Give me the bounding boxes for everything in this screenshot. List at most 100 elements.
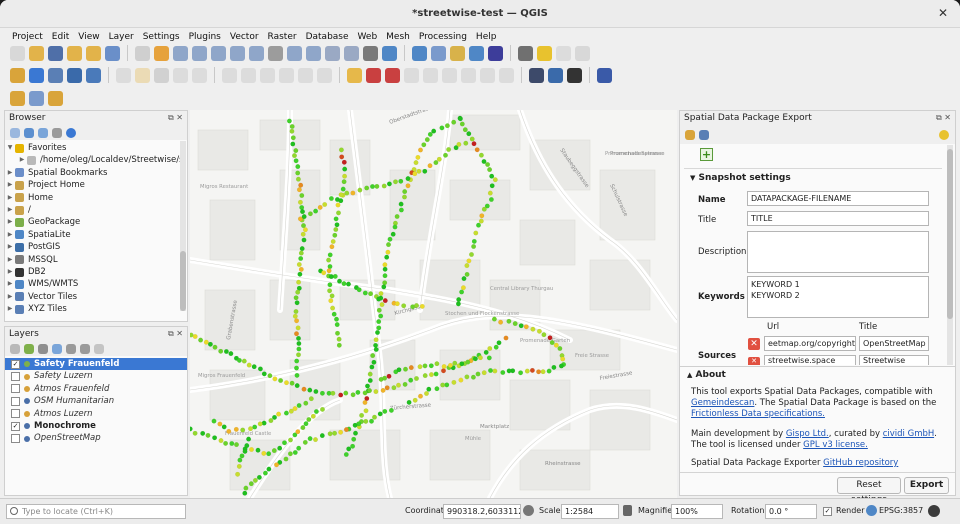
menu-mesh[interactable]: Mesh <box>386 32 410 42</box>
source-url-field[interactable]: eetmap.org/copyright <box>764 336 856 351</box>
collapse-arrow-icon[interactable]: ▶ <box>5 216 15 228</box>
zoom-next-icon[interactable] <box>306 45 321 61</box>
menu-project[interactable]: Project <box>12 32 43 42</box>
redo-icon[interactable] <box>317 67 332 83</box>
help-icon[interactable] <box>597 67 612 83</box>
magnifier-field[interactable]: 100% <box>671 504 723 519</box>
rotation-field[interactable]: 0.0 ° <box>765 504 817 519</box>
layer-visibility-checkbox[interactable] <box>11 396 20 406</box>
render-checkbox[interactable]: ✓ <box>823 507 832 516</box>
new-project-icon[interactable] <box>10 45 25 61</box>
delete-selected-icon[interactable] <box>222 67 237 83</box>
collapse-arrow-icon[interactable]: ▶ <box>5 291 15 303</box>
collapse-all-icon[interactable] <box>80 344 90 354</box>
description-field[interactable] <box>747 231 929 273</box>
save-project-icon[interactable] <box>48 45 63 61</box>
source-title-field[interactable]: OpenStreetMap <box>859 336 929 351</box>
browser-item[interactable]: ▶ WMS/WMTS <box>5 278 187 290</box>
label-rotate-icon[interactable] <box>423 67 438 83</box>
map-canvas[interactable]: Oberstadtstrasse Staubeggstrasse Schulstra… <box>190 110 677 498</box>
expand-all-icon[interactable] <box>66 344 76 354</box>
filter-icon[interactable] <box>38 128 48 138</box>
panel-controls-icon[interactable]: ⧉ ✕ <box>168 113 183 124</box>
messages-icon[interactable] <box>928 505 940 517</box>
remove-source-icon[interactable]: ✕ <box>748 357 760 365</box>
toggle-extents-icon[interactable] <box>523 505 534 516</box>
collapse-arrow-icon[interactable]: ▶ <box>5 229 15 241</box>
snapshot-settings-heading[interactable]: ▼ Snapshot settings <box>690 173 791 183</box>
label-toolbar-icon[interactable] <box>347 67 362 83</box>
label-pin-icon[interactable] <box>366 67 381 83</box>
menu-processing[interactable]: Processing <box>419 32 467 42</box>
export-button[interactable]: Export <box>904 477 949 494</box>
style-manager-icon[interactable] <box>10 344 20 354</box>
vertex-editor-icon[interactable] <box>192 67 207 83</box>
collapse-arrow-icon[interactable]: ▶ <box>5 204 15 216</box>
menu-database[interactable]: Database <box>306 32 349 42</box>
expand-arrow-icon[interactable]: ▼ <box>5 142 15 154</box>
python-console-icon[interactable] <box>548 67 563 83</box>
collapse-arrow-icon[interactable]: ▶ <box>5 179 15 191</box>
gpl-license-link[interactable]: GPL v3 license. <box>803 440 868 450</box>
open-project-icon[interactable] <box>29 45 44 61</box>
zoom-full-icon[interactable] <box>211 45 226 61</box>
layer-visibility-checkbox[interactable]: ✓ <box>11 359 20 369</box>
streetwise-icon[interactable] <box>529 67 544 83</box>
menu-settings[interactable]: Settings <box>143 32 180 42</box>
zoom-to-layer-icon[interactable] <box>249 45 264 61</box>
show-bookmarks-icon[interactable] <box>344 45 359 61</box>
vertex-tool-icon[interactable] <box>48 67 63 83</box>
close-icon[interactable]: ✕ <box>938 6 948 20</box>
layer-item[interactable]: Atmos Luzern <box>5 408 187 420</box>
menu-raster[interactable]: Raster <box>268 32 297 42</box>
export-scrollbar[interactable] <box>947 145 953 365</box>
coordinate-field[interactable]: 990318.2,6033112.5 <box>443 504 521 519</box>
add-icon[interactable]: + <box>700 148 713 161</box>
zoom-last-icon[interactable] <box>287 45 302 61</box>
keywords-field[interactable]: KEYWORD 1 KEYWORD 2 <box>747 276 929 318</box>
filter-expression-icon[interactable] <box>52 344 62 354</box>
deselect-icon[interactable] <box>48 90 63 106</box>
browser-item[interactable]: ▶ SpatiaLite <box>5 229 187 241</box>
layer-item[interactable]: Atmos Frauenfeld <box>5 383 187 395</box>
title-field[interactable]: TITLE <box>747 211 929 226</box>
menu-help[interactable]: Help <box>476 32 497 42</box>
zoom-in-icon[interactable] <box>173 45 188 61</box>
reset-settings-button[interactable]: Reset settings <box>837 477 901 505</box>
layer-visibility-checkbox[interactable] <box>11 384 20 394</box>
open-folder-icon[interactable] <box>685 130 695 140</box>
menu-view[interactable]: View <box>78 32 99 42</box>
collapse-arrow-icon[interactable]: ▶ <box>5 303 15 315</box>
source-title-field[interactable]: Streetwise <box>859 355 929 365</box>
layout-manager-icon[interactable] <box>86 45 101 61</box>
temporal-controller-icon[interactable] <box>363 45 378 61</box>
zoom-native-icon[interactable] <box>268 45 283 61</box>
crs-label[interactable]: EPSG:3857 <box>879 506 923 515</box>
layer-item[interactable]: ✓ Safety Frauenfeld <box>5 358 187 371</box>
current-edits-icon[interactable] <box>116 67 131 83</box>
statistics-icon[interactable] <box>488 45 503 61</box>
text-annotation-icon[interactable] <box>575 45 590 61</box>
identify-icon[interactable] <box>412 45 427 61</box>
frictionless-link[interactable]: Frictionless Data specifications. <box>691 409 825 419</box>
style-manager-icon[interactable] <box>105 45 120 61</box>
layer-visibility-checkbox[interactable]: ✓ <box>11 421 20 431</box>
layer-visibility-checkbox[interactable] <box>11 372 20 382</box>
lock-scale-icon[interactable] <box>623 505 632 516</box>
field-calculator-icon[interactable] <box>450 45 465 61</box>
gispo-link[interactable]: Gispo Ltd. <box>786 429 829 439</box>
collapse-arrow-icon[interactable]: ▶ <box>5 254 15 266</box>
settings-gear-icon[interactable] <box>556 45 571 61</box>
layer-item[interactable]: Safety Luzern <box>5 370 187 382</box>
remove-source-icon[interactable]: ✕ <box>748 338 760 350</box>
menu-edit[interactable]: Edit <box>52 32 69 42</box>
collapse-arrow-icon[interactable]: ▶ <box>5 192 15 204</box>
zoom-out-icon[interactable] <box>192 45 207 61</box>
layer-item[interactable]: OSM Humanitarian <box>5 395 187 407</box>
paste-features-icon[interactable] <box>279 67 294 83</box>
map-tips-icon[interactable] <box>537 45 552 61</box>
browser-scrollbar[interactable] <box>180 141 186 311</box>
panel-controls-icon[interactable]: ⧉ ✕ <box>936 113 951 124</box>
label-highlight-icon[interactable] <box>385 67 400 83</box>
measure-line-icon[interactable] <box>518 45 533 61</box>
